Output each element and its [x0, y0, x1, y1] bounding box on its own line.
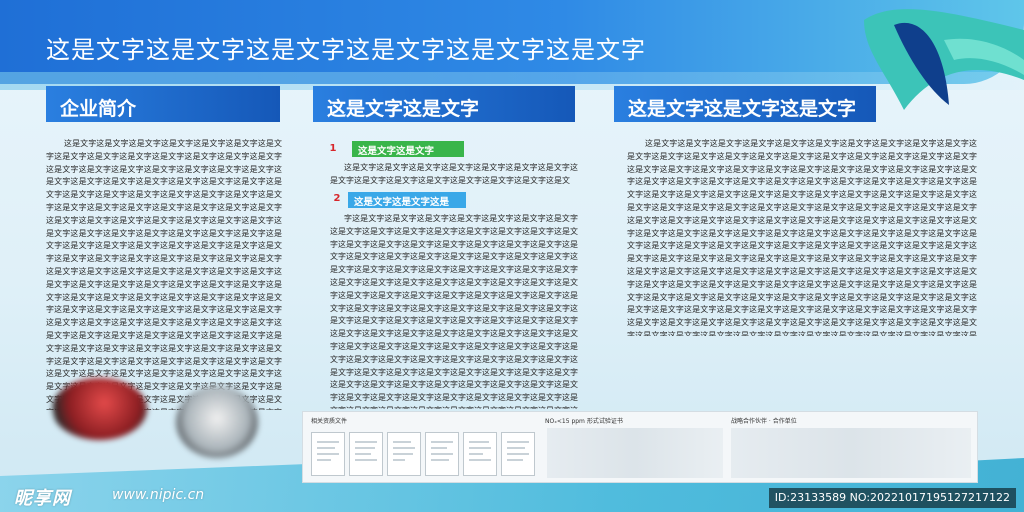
item-body-2: 字这是文字这是文字这是文字这是文字这是文字这是文字这是文字这是文字这是文字这是文… — [330, 214, 578, 409]
section-title-middle: 这是文字这是文字 — [327, 98, 480, 120]
product-photo-red — [52, 378, 147, 440]
certificate-thumbnail — [311, 432, 345, 476]
certificates-label: 相关资质文件 — [311, 418, 348, 425]
section-header-right: 这是文字这是文字这是文字 — [614, 86, 876, 122]
section-title-right: 这是文字这是文字这是文字 — [628, 98, 857, 120]
blurred-partners-area — [731, 428, 971, 478]
certificate-thumbnail — [387, 432, 421, 476]
item-body-1: 这是文字这是文字这是文字这是文字这是文字这是文字这是文字这是文字这是文字这是文字… — [330, 163, 578, 185]
section-header-middle: 这是文字这是文字 — [313, 86, 575, 122]
item-number-2: 2 — [333, 193, 341, 204]
item-tag-2: 这是文字这是文字这是 — [348, 192, 466, 208]
watermark-id: ID:23133589 NO:20221017195127217122 — [768, 488, 1016, 508]
item-number-1: 1 — [329, 143, 337, 154]
page-title: 这是文字这是文字这是文字这是文字这是文字这是文字 — [46, 36, 646, 64]
company-body-text: 这是文字这是文字这是文字这是文字这是文字这是文字这是文字这是文字这是文字这是文字… — [46, 139, 282, 410]
test-certificate-label: NOₓ<15 ppm 形式试验证书 — [545, 418, 623, 425]
watermark-logo: 昵享网 — [14, 488, 71, 509]
section-header-company: 企业简介 — [46, 86, 280, 122]
section-title-company: 企业简介 — [60, 98, 137, 120]
product-photo-grey — [176, 386, 258, 458]
certificates-panel: 相关资质文件 NOₓ<15 ppm 形式试验证书 战略合作伙伴 · 合作单位 — [302, 411, 978, 483]
blurred-certificate-area — [547, 428, 723, 478]
watermark-url: www.nipic.cn — [112, 487, 205, 503]
certificate-thumbnail — [463, 432, 497, 476]
certificate-thumbnail — [501, 432, 535, 476]
right-body-text: 这是文字这是文字这是文字这是文字这是文字这是文字这是文字这是文字这是文字这是文字… — [627, 139, 977, 336]
item-tag-1: 这是文字这是文字 — [352, 141, 464, 157]
partners-label: 战略合作伙伴 · 合作单位 — [731, 418, 797, 425]
certificate-thumbnail — [425, 432, 459, 476]
certificate-thumbnail — [349, 432, 383, 476]
